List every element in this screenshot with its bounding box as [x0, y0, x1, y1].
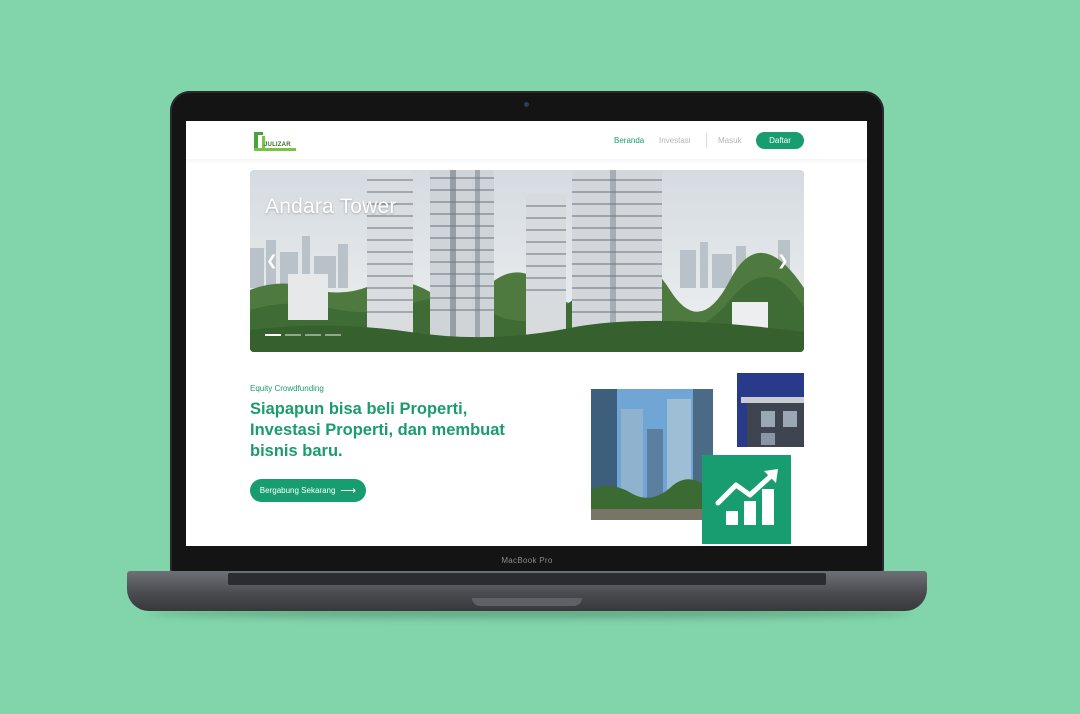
section-eyebrow: Equity Crowdfunding — [250, 384, 324, 393]
logo-text: JULIZAR — [264, 142, 291, 148]
logo-icon[interactable] — [253, 130, 297, 152]
camera-icon — [524, 102, 529, 107]
nav-link-masuk[interactable]: Masuk — [718, 136, 742, 145]
hero-carousel: Andara Tower ❮ ❯ — [250, 170, 804, 352]
nav-divider — [706, 133, 707, 148]
hero-title: Andara Tower — [265, 195, 397, 218]
growth-chart-tile — [702, 455, 791, 544]
laptop-screen: JULIZAR Beranda Investasi Masuk Daftar A… — [186, 121, 867, 546]
growth-chart-icon — [715, 469, 778, 525]
nav-link-beranda[interactable]: Beranda — [614, 136, 644, 145]
carousel-dot[interactable] — [325, 334, 341, 336]
building-facade-image — [737, 373, 804, 447]
carousel-dot[interactable] — [305, 334, 321, 336]
laptop-keyboard — [228, 573, 826, 585]
chevron-left-icon[interactable]: ❮ — [266, 252, 278, 269]
carousel-dot[interactable] — [285, 334, 301, 336]
carousel-dot[interactable] — [265, 334, 281, 336]
carousel-indicators — [265, 334, 341, 336]
laptop-model-label: MacBook Pro — [501, 556, 553, 565]
join-now-button[interactable]: Bergabung Sekarang ⟶ — [250, 479, 366, 502]
nav-link-investasi[interactable]: Investasi — [659, 136, 691, 145]
chevron-right-icon[interactable]: ❯ — [777, 252, 789, 269]
daftar-button[interactable]: Daftar — [756, 132, 804, 149]
arrow-right-icon: ⟶ — [340, 485, 357, 497]
join-now-label: Bergabung Sekarang — [259, 486, 336, 495]
section-headline: Siapapun bisa beli Properti, Investasi P… — [250, 400, 505, 460]
laptop-notch — [472, 598, 582, 606]
office-tower-image — [591, 389, 713, 520]
navbar: JULIZAR Beranda Investasi Masuk Daftar — [186, 121, 867, 159]
